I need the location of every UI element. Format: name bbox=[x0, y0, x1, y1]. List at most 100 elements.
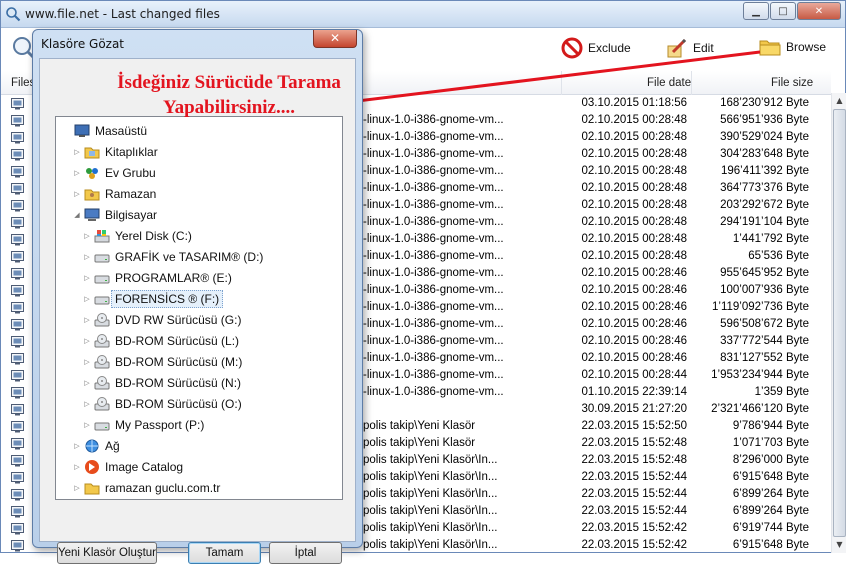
expand-arrow-icon[interactable]: ◢ bbox=[72, 211, 82, 219]
exclude-button[interactable]: Exclude bbox=[561, 37, 631, 59]
file-date-cell: 02.10.2015 00:28:48 bbox=[581, 250, 687, 262]
tree-node[interactable]: ▷ PROGRAMLAR® (E:) bbox=[82, 268, 232, 288]
tree-node-label: Yerel Disk (C:) bbox=[115, 229, 192, 243]
tree-node[interactable]: ▷ BD-ROM Sürücüsü (N:) bbox=[82, 373, 241, 393]
maximize-button[interactable]: □ bbox=[770, 2, 796, 20]
scroll-up-arrow[interactable]: ▲ bbox=[832, 93, 846, 109]
file-size-cell: 1’441’792 Byte bbox=[732, 233, 809, 245]
file-date-cell: 02.10.2015 00:28:46 bbox=[581, 318, 687, 330]
expand-arrow-icon[interactable]: ▷ bbox=[72, 169, 82, 177]
tree-node[interactable]: ▷ DVD RW Sürücüsü (G:) bbox=[82, 310, 241, 330]
file-icon bbox=[11, 132, 24, 144]
optical-drive-icon bbox=[94, 355, 110, 369]
date-column-header[interactable]: File date bbox=[647, 77, 691, 89]
file-date-cell: 30.09.2015 21:27:20 bbox=[581, 403, 687, 415]
tree-node[interactable]: ▷ My Passport (P:) bbox=[82, 415, 204, 435]
file-size-cell: 337’772’544 Byte bbox=[720, 335, 809, 347]
file-date-cell: 02.10.2015 00:28:48 bbox=[581, 131, 687, 143]
tree-node[interactable]: ▷ Kitaplıklar bbox=[72, 142, 158, 162]
expand-arrow-icon[interactable]: ▷ bbox=[82, 421, 92, 429]
windows-drive-icon bbox=[94, 230, 110, 243]
tree-node[interactable]: Masaüstü bbox=[62, 121, 147, 141]
edit-icon bbox=[667, 38, 687, 58]
tree-node-label: DVD RW Sürücüsü (G:) bbox=[115, 313, 242, 327]
exclude-label: Exclude bbox=[588, 41, 631, 55]
tree-node-label: PROGRAMLAR® (E:) bbox=[115, 271, 232, 285]
cancel-button[interactable]: İptal bbox=[269, 542, 342, 564]
minimize-button[interactable]: ▁ bbox=[743, 2, 769, 20]
tree-node[interactable]: ▷ Image Catalog bbox=[72, 457, 183, 477]
tree-node[interactable]: ▷ Yerel Disk (C:) bbox=[82, 226, 192, 246]
dialog-close-button[interactable]: ✕ bbox=[313, 30, 357, 48]
expand-arrow-icon[interactable]: ▷ bbox=[82, 400, 92, 408]
tree-node[interactable]: ▷ FORENSİCS ® (F:) bbox=[82, 289, 224, 309]
scroll-thumb[interactable] bbox=[833, 109, 846, 537]
file-name-cell: -linux-1.0-i386-gnome-vm... bbox=[363, 352, 504, 364]
expand-arrow-icon[interactable]: ▷ bbox=[82, 337, 92, 345]
file-name-cell: -linux-1.0-i386-gnome-vm... bbox=[363, 284, 504, 296]
file-date-cell: 02.10.2015 00:28:48 bbox=[581, 165, 687, 177]
file-date-cell: 02.10.2015 00:28:46 bbox=[581, 301, 687, 313]
file-icon bbox=[11, 149, 24, 161]
expand-arrow-icon[interactable]: ▷ bbox=[82, 274, 92, 282]
tree-node[interactable]: ▷ Ev Grubu bbox=[72, 163, 156, 183]
file-name-cell: -linux-1.0-i386-gnome-vm... bbox=[363, 182, 504, 194]
expand-arrow-icon[interactable]: ▷ bbox=[72, 190, 82, 198]
tree-node[interactable]: ▷ BD-ROM Sürücüsü (M:) bbox=[82, 352, 242, 372]
file-size-cell: 6’899’264 Byte bbox=[732, 488, 809, 500]
file-icon bbox=[11, 506, 24, 518]
file-icon bbox=[11, 183, 24, 195]
expand-arrow-icon[interactable]: ▷ bbox=[72, 484, 82, 492]
file-size-cell: 294’191’104 Byte bbox=[720, 216, 809, 228]
tree-node-label: Ev Grubu bbox=[105, 166, 156, 180]
column-separator[interactable] bbox=[561, 71, 562, 95]
expand-arrow-icon[interactable]: ▷ bbox=[82, 253, 92, 261]
tree-node[interactable]: ▷ Ağ bbox=[72, 436, 119, 456]
tree-node-label: Kitaplıklar bbox=[105, 145, 158, 159]
file-name-cell: -linux-1.0-i386-gnome-vm... bbox=[363, 301, 504, 313]
tree-node[interactable]: ◢ Bilgisayar bbox=[72, 205, 157, 225]
exclude-icon bbox=[561, 37, 583, 59]
new-folder-button[interactable]: Yeni Klasör Oluştur bbox=[57, 542, 157, 564]
tree-node[interactable]: ▷ ramazan guclu.com.tr bbox=[72, 478, 220, 498]
file-size-cell: 1’953’234’944 Byte bbox=[711, 369, 809, 381]
tree-node[interactable]: ▷ BD-ROM Sürücüsü (O:) bbox=[82, 394, 242, 414]
expand-arrow-icon[interactable]: ▷ bbox=[82, 379, 92, 387]
file-icon bbox=[11, 268, 24, 280]
user-folder-icon bbox=[84, 189, 100, 201]
expand-arrow-icon[interactable]: ▷ bbox=[72, 148, 82, 156]
expand-arrow-icon[interactable]: ▷ bbox=[82, 358, 92, 366]
ok-button[interactable]: Tamam bbox=[188, 542, 261, 564]
expand-arrow-icon[interactable]: ▷ bbox=[72, 463, 82, 471]
file-size-cell: 831’127’552 Byte bbox=[720, 352, 809, 364]
drive-icon bbox=[94, 254, 110, 263]
browse-button[interactable]: Browse bbox=[759, 37, 826, 57]
tree-node-label: ramazan guclu.com.tr bbox=[105, 481, 221, 495]
tree-node[interactable]: ▷ Ramazan bbox=[72, 184, 156, 204]
edit-button[interactable]: Edit bbox=[666, 37, 714, 59]
expand-arrow-icon[interactable]: ▷ bbox=[82, 316, 92, 324]
column-separator[interactable] bbox=[691, 71, 692, 95]
file-name-cell: -linux-1.0-i386-gnome-vm... bbox=[363, 165, 504, 177]
close-button[interactable]: ✕ bbox=[797, 2, 841, 20]
expand-arrow-icon[interactable]: ▷ bbox=[72, 442, 82, 450]
file-size-cell: 9’786’944 Byte bbox=[732, 420, 809, 432]
expand-arrow-icon[interactable]: ▷ bbox=[82, 295, 92, 303]
file-icon bbox=[11, 540, 24, 552]
file-icon bbox=[11, 336, 24, 348]
size-column-header[interactable]: File size bbox=[771, 77, 813, 89]
file-size-cell: 955’645’952 Byte bbox=[720, 267, 809, 279]
file-icon bbox=[11, 455, 24, 467]
file-icon bbox=[11, 523, 24, 535]
file-icon bbox=[11, 472, 24, 484]
vertical-scrollbar[interactable]: ▲ ▼ bbox=[831, 93, 846, 553]
expand-arrow-icon[interactable]: ▷ bbox=[82, 232, 92, 240]
file-icon bbox=[11, 98, 24, 110]
tree-node[interactable]: ▷ BD-ROM Sürücüsü (L:) bbox=[82, 331, 239, 351]
file-name-cell: -linux-1.0-i386-gnome-vm... bbox=[363, 267, 504, 279]
tree-node[interactable]: ▷ GRAFİK ve TASARIM® (D:) bbox=[82, 247, 263, 267]
file-date-cell: 02.10.2015 00:28:48 bbox=[581, 233, 687, 245]
file-name-cell: polis takip\Yeni Klasör bbox=[363, 437, 476, 449]
scroll-down-arrow[interactable]: ▼ bbox=[832, 537, 846, 553]
file-size-cell: 2’321’466’120 Byte bbox=[711, 403, 809, 415]
